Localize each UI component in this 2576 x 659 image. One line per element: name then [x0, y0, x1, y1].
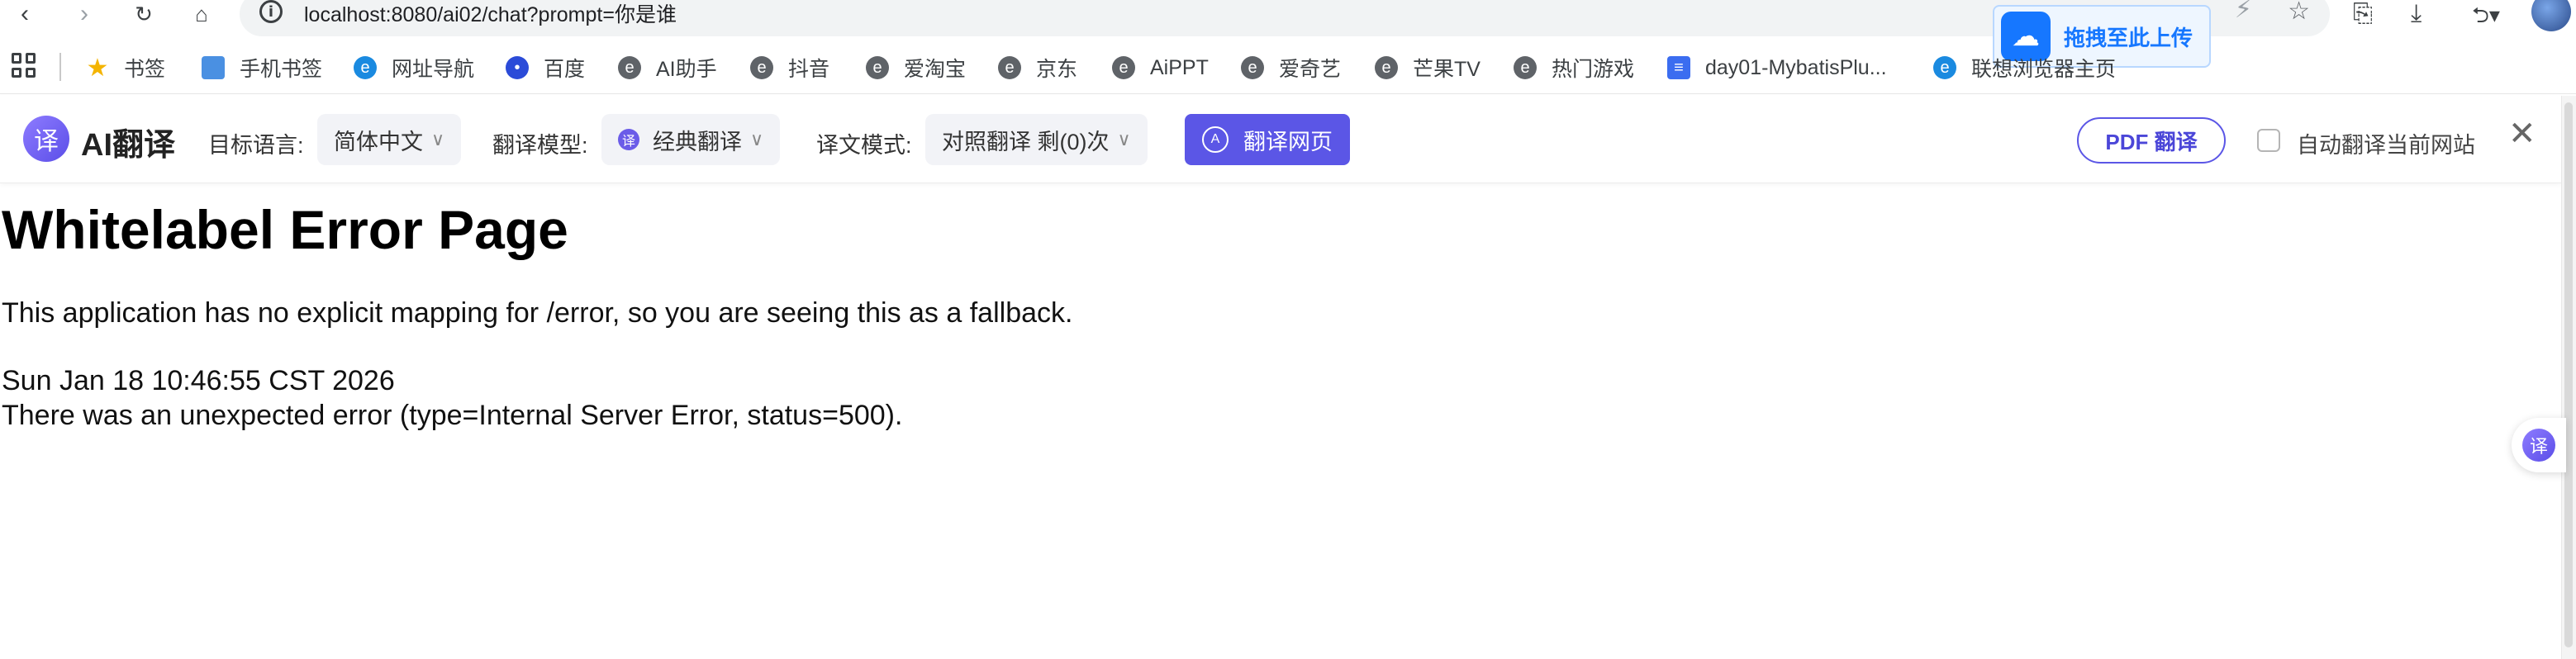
bookmark-item[interactable]: e AiPPT	[1112, 51, 1209, 84]
target-language-select[interactable]: 简体中文 ∨	[317, 114, 462, 165]
bookmark-item[interactable]: ★ 书签	[86, 51, 165, 84]
edge-e-icon: e	[1241, 56, 1264, 79]
edge-icon: e	[1933, 56, 1956, 79]
star-icon[interactable]: ☆	[2288, 0, 2310, 26]
edge-e-icon: e	[750, 56, 773, 79]
target-language-value: 简体中文	[334, 129, 423, 154]
mode-select[interactable]: 对照翻译 剩(0)次 ∨	[925, 114, 1148, 165]
ai-translate-bar: 译 AI翻译 目标语言: 简体中文 ∨ 翻译模型: 译 经典翻译 ∨ 译文模式:…	[0, 96, 2561, 183]
mode-label: 译文模式:	[816, 133, 912, 158]
bookmark-item[interactable]: e 爱淘宝	[866, 51, 966, 84]
edge-e-icon: e	[618, 56, 641, 79]
bookmark-label: AI助手	[656, 58, 717, 81]
floating-translate-button[interactable]: 译	[2512, 418, 2566, 472]
apps-grid-icon[interactable]	[12, 53, 36, 78]
bookmark-item[interactable]: ≡ day01-MybatisPlu...	[1667, 51, 1887, 84]
bookmark-item[interactable]: e 爱奇艺	[1241, 51, 1341, 84]
bookmark-label: 手机书签	[240, 58, 323, 81]
bookmark-item[interactable]: e 热门游戏	[1514, 51, 1634, 84]
bookmark-icon	[202, 56, 225, 79]
edge-e-icon: e	[1514, 56, 1537, 79]
star-icon: ★	[86, 54, 109, 82]
translate-logo-icon: 译	[23, 116, 69, 162]
bookmark-label: 抖音	[788, 58, 830, 81]
bookmark-label: 百度	[544, 58, 586, 81]
baidu-icon: •	[506, 56, 529, 79]
divider	[59, 53, 61, 81]
avatar[interactable]	[2531, 0, 2571, 31]
edge-e-icon: e	[1112, 56, 1135, 79]
forward-arrow-icon[interactable]: ›	[66, 0, 102, 28]
pdf-translate-button[interactable]: PDF 翻译	[2077, 117, 2226, 164]
model-icon: 译	[618, 129, 639, 150]
bookmark-item[interactable]: e 芒果TV	[1375, 51, 1480, 84]
home-icon[interactable]: ⌂	[183, 0, 220, 28]
translate-page-label: 翻译网页	[1243, 129, 1333, 154]
bookmark-label: 网址导航	[392, 58, 475, 81]
page-title: Whitelabel Error Page	[2, 199, 568, 260]
bookmark-item[interactable]: 手机书签	[202, 51, 322, 84]
bookmark-label: 书签	[124, 58, 166, 81]
scrollbar-thumb[interactable]	[2564, 102, 2573, 647]
bookmark-item[interactable]: e 联想浏览器主页	[1933, 51, 2116, 84]
bookmark-item[interactable]: e AI助手	[618, 51, 717, 84]
bookmark-label: AiPPT	[1150, 55, 1209, 79]
error-timestamp: Sun Jan 18 10:46:55 CST 2026	[2, 365, 395, 396]
error-description: This application has no explicit mapping…	[2, 297, 1073, 329]
close-icon[interactable]: ✕	[2508, 117, 2536, 150]
translate-logo-icon: 译	[2522, 429, 2555, 462]
model-select[interactable]: 译 经典翻译 ∨	[601, 114, 781, 165]
auto-translate-checkbox[interactable]	[2257, 129, 2280, 152]
scrollbar[interactable]	[2561, 96, 2576, 659]
chevron-down-icon: ∨	[750, 129, 764, 149]
bookmark-label: 京东	[1036, 58, 1078, 81]
ai-icon: A	[1202, 126, 1229, 153]
edge-e-icon: e	[866, 56, 889, 79]
model-value: 经典翻译	[653, 129, 742, 154]
doc-icon: ≡	[1667, 56, 1690, 79]
bookmark-label: 联想浏览器主页	[1971, 58, 2117, 81]
bookmark-label: 芒果TV	[1413, 58, 1480, 81]
url-text[interactable]: localhost:8080/ai02/chat?prompt=你是谁	[304, 0, 677, 28]
target-language-label: 目标语言:	[208, 133, 304, 158]
edge-icon: e	[354, 56, 377, 79]
bookmark-label: 热门游戏	[1552, 58, 1635, 81]
mode-value: 对照翻译 剩(0)次	[942, 129, 1110, 154]
back-arrow-icon[interactable]: ‹	[7, 0, 43, 28]
bookmark-item[interactable]: e 京东	[998, 51, 1077, 84]
share-dropdown-icon[interactable]: ⮌▾	[2472, 0, 2500, 28]
download-icon[interactable]: ⤓	[2411, 0, 2422, 28]
error-message: There was an unexpected error (type=Inte…	[2, 400, 903, 431]
bookmarks-bar: ★ 书签 手机书签 e 网址导航 • 百度 e AI助手 e 抖音 e 爱淘宝 …	[0, 41, 2576, 94]
bookmark-label: 爱奇艺	[1279, 58, 1342, 81]
bookmark-item[interactable]: e 网址导航	[354, 51, 474, 84]
translate-page-button[interactable]: A 翻译网页	[1185, 114, 1350, 165]
bookmark-label: 爱淘宝	[904, 58, 967, 81]
chevron-down-icon: ∨	[431, 129, 445, 149]
bookmark-label: day01-MybatisPlu...	[1705, 55, 1887, 79]
chevron-down-icon: ∨	[1117, 129, 1131, 149]
brand-name: AI翻译	[81, 128, 176, 163]
info-icon[interactable]: i	[259, 0, 283, 23]
page-content: Whitelabel Error Page This application h…	[0, 183, 2553, 431]
reload-icon[interactable]: ↻	[126, 0, 162, 28]
auto-translate-label[interactable]: 自动翻译当前网站	[2297, 127, 2475, 159]
bookmark-item[interactable]: e 抖音	[750, 51, 829, 84]
model-label: 翻译模型:	[492, 133, 588, 158]
extensions-icon[interactable]: ⎘	[2353, 0, 2373, 28]
bookmark-item[interactable]: • 百度	[506, 51, 585, 84]
edge-e-icon: e	[998, 56, 1021, 79]
lightning-icon[interactable]: ⚡	[2235, 0, 2252, 24]
edge-e-icon: e	[1375, 56, 1398, 79]
